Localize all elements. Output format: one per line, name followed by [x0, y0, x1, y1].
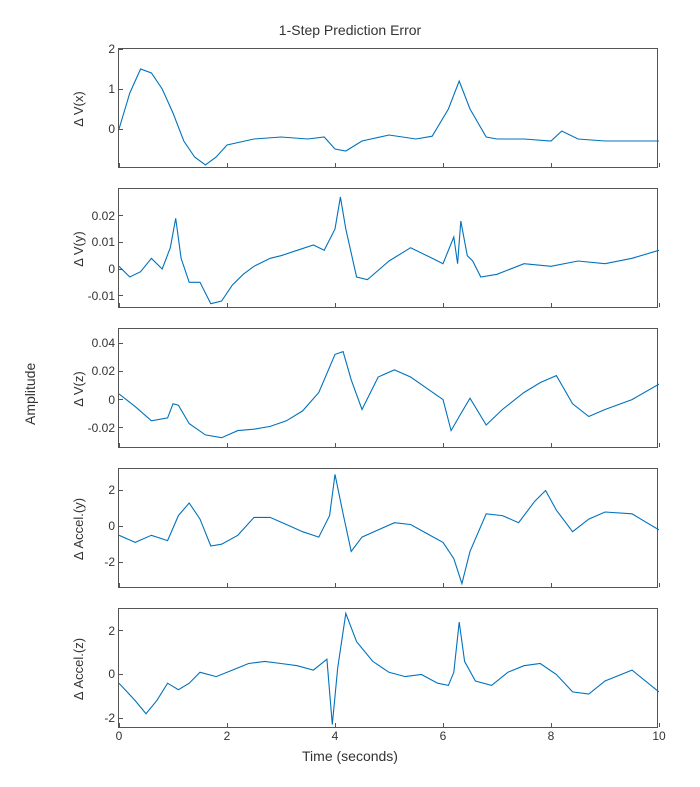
- series-line: [119, 352, 659, 438]
- chart-panel: Δ V(z)-0.0200.020.04: [118, 328, 658, 448]
- y-tick-label: 0.02: [92, 364, 119, 378]
- figure: 1-Step Prediction Error Amplitude Time (…: [0, 0, 700, 787]
- series-line: [119, 69, 659, 165]
- line-plot: [119, 609, 659, 729]
- y-tick-label: -2: [104, 711, 119, 725]
- y-tick-label: 0: [108, 393, 119, 407]
- x-tick-label: 2: [224, 727, 231, 743]
- x-tick-label: 10: [652, 727, 665, 743]
- y-tick-label: 0: [108, 519, 119, 533]
- x-tick-label: 8: [548, 727, 555, 743]
- y-tick-label: 1: [108, 82, 119, 96]
- series-line: [119, 613, 659, 724]
- y-tick-label: 0: [108, 122, 119, 136]
- y-tick-label: 2: [108, 483, 119, 497]
- global-xlabel: Time (seconds): [0, 748, 700, 764]
- panel-ylabel: Δ V(z): [71, 371, 86, 406]
- y-tick-label: -0.02: [88, 421, 119, 435]
- chart-panel: Δ V(x)012: [118, 48, 658, 168]
- line-plot: [119, 49, 659, 169]
- panel-ylabel: Δ Accel.(z): [71, 638, 86, 700]
- chart-panel: Δ Accel.(y)-202: [118, 468, 658, 588]
- line-plot: [119, 189, 659, 309]
- panel-ylabel: Δ Accel.(y): [71, 498, 86, 560]
- global-ylabel: Amplitude: [22, 363, 38, 425]
- x-tick-label: 0: [116, 727, 123, 743]
- y-tick-label: 0.01: [92, 235, 119, 249]
- y-tick-label: -0.01: [88, 289, 119, 303]
- x-tick-label: 6: [440, 727, 447, 743]
- series-line: [119, 197, 659, 304]
- figure-title: 1-Step Prediction Error: [0, 22, 700, 38]
- y-tick-label: 0.04: [92, 336, 119, 350]
- x-tick-label: 4: [332, 727, 339, 743]
- y-tick-label: 0: [108, 667, 119, 681]
- chart-panel: Δ V(y)-0.0100.010.02: [118, 188, 658, 308]
- line-plot: [119, 469, 659, 589]
- y-tick-label: 0: [108, 262, 119, 276]
- y-tick-label: 0.02: [92, 209, 119, 223]
- panel-ylabel: Δ V(y): [71, 231, 86, 266]
- chart-panel: Δ Accel.(z)-2020246810: [118, 608, 658, 728]
- y-tick-label: -2: [104, 555, 119, 569]
- panel-ylabel: Δ V(x): [71, 91, 86, 126]
- series-line: [119, 474, 659, 583]
- line-plot: [119, 329, 659, 449]
- y-tick-label: 2: [108, 42, 119, 56]
- y-tick-label: 2: [108, 624, 119, 638]
